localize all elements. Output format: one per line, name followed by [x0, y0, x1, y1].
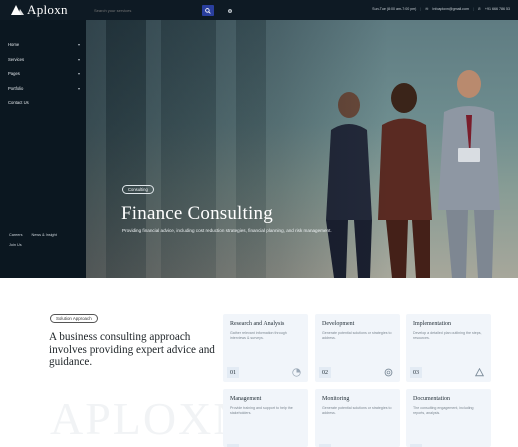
- contact-phone[interactable]: +91 666 786 53: [485, 7, 510, 11]
- sidebar-item-services[interactable]: Services ▾: [8, 55, 80, 63]
- sidebar-item-label: Contact Us: [8, 99, 29, 105]
- logo-mark-icon: [11, 4, 24, 15]
- sidebar-item-label: Services: [8, 56, 25, 62]
- top-bar: Aploxn Sun-Tue (8:00 am-7:00 pm) | ✉ Inf…: [0, 0, 518, 20]
- service-card[interactable]: Implementation Develop a detailed plan o…: [406, 314, 491, 382]
- sidebar-item-contact-us[interactable]: Contact Us: [8, 98, 80, 106]
- hero-banner: Consulting Finance Consulting Providing …: [86, 20, 518, 278]
- recycle-icon: [475, 368, 484, 377]
- sidebar-item-label: Home: [8, 41, 20, 47]
- gear-icon: [227, 8, 232, 13]
- card-description: Develop a detailed plan outlining the st…: [413, 331, 482, 340]
- card-title: Implementation: [413, 321, 451, 327]
- refresh-icon: [384, 368, 393, 377]
- search-input[interactable]: [94, 8, 194, 13]
- pie-chart-icon: [292, 368, 301, 377]
- contact-info: Sun-Tue (8:00 am-7:00 pm) | ✉ Infoaploxn…: [372, 7, 510, 11]
- search-bar: [94, 5, 214, 16]
- service-card[interactable]: Management Provide training and support …: [223, 389, 308, 447]
- mail-icon: ✉: [425, 7, 429, 11]
- chevron-down-icon: ▾: [77, 56, 80, 62]
- phone-icon: ✆: [477, 7, 481, 11]
- hero-title: Finance Consulting: [121, 203, 273, 224]
- card-description: Generate potential solutions or strategi…: [322, 331, 392, 340]
- page: Aploxn Sun-Tue (8:00 am-7:00 pm) | ✉ Inf…: [0, 0, 518, 447]
- card-title: Management: [230, 396, 262, 402]
- sidebar: Home ▾ Services ▾ Pages ▾ Portfolio ▾ Co…: [0, 20, 86, 278]
- service-card[interactable]: Documentation The consulting engagement,…: [406, 389, 491, 447]
- solution-tag: Solution Approach: [50, 314, 98, 323]
- service-card[interactable]: Development Generate potential solutions…: [315, 314, 400, 382]
- sidebar-item-label: Pages: [8, 70, 20, 76]
- divider: |: [472, 7, 474, 11]
- careers-link[interactable]: Careers: [9, 233, 23, 237]
- card-number: 03: [410, 367, 422, 378]
- sidebar-item-portfolio[interactable]: Portfolio ▾: [8, 84, 80, 92]
- sidebar-item-pages[interactable]: Pages ▾: [8, 69, 80, 77]
- card-description: Gather relevant information through inte…: [230, 331, 287, 340]
- sidebar-item-label: Portfolio: [8, 85, 24, 91]
- search-icon: [205, 7, 211, 14]
- card-description: The consulting engagement, including rep…: [413, 406, 474, 415]
- sidebar-footer-links: Careers News & Insight: [9, 233, 57, 237]
- chevron-down-icon: ▾: [77, 41, 80, 47]
- opening-hours: Sun-Tue (8:00 am-7:00 pm): [372, 7, 417, 11]
- brand-name: Aploxn: [27, 2, 68, 17]
- card-title: Research and Analysis: [230, 321, 285, 327]
- card-title: Development: [322, 321, 355, 327]
- join-us-link[interactable]: Join Us: [9, 243, 22, 247]
- card-number: 01: [227, 367, 239, 378]
- divider: |: [420, 7, 422, 11]
- contact-email[interactable]: Infoaploxn@gmail.com: [432, 7, 469, 11]
- hero-overlay: [86, 20, 518, 278]
- sidebar-item-home[interactable]: Home ▾: [8, 40, 80, 48]
- settings-button[interactable]: [224, 5, 235, 16]
- card-description: Generate potential solutions or strategi…: [322, 406, 392, 415]
- card-description: Provide training and support to help the…: [230, 406, 293, 415]
- solution-heading: A business consulting approach involves …: [49, 331, 215, 368]
- card-number: 02: [319, 367, 331, 378]
- chevron-down-icon: ▾: [77, 70, 80, 76]
- card-title: Documentation: [413, 396, 450, 402]
- service-card[interactable]: Research and Analysis Gather relevant in…: [223, 314, 308, 382]
- brand-logo[interactable]: Aploxn: [11, 2, 68, 18]
- hero-description: Providing financial advice, including co…: [122, 228, 332, 233]
- chevron-down-icon: ▾: [77, 85, 80, 91]
- card-title: Monitoring: [322, 396, 350, 402]
- watermark-text: APLOXN: [50, 393, 249, 444]
- search-button[interactable]: [202, 5, 214, 16]
- hero-tag: Consulting: [122, 185, 154, 194]
- sidebar-footer-links: Join Us: [9, 243, 22, 247]
- service-card[interactable]: Monitoring Generate potential solutions …: [315, 389, 400, 447]
- news-insight-link[interactable]: News & Insight: [32, 233, 57, 237]
